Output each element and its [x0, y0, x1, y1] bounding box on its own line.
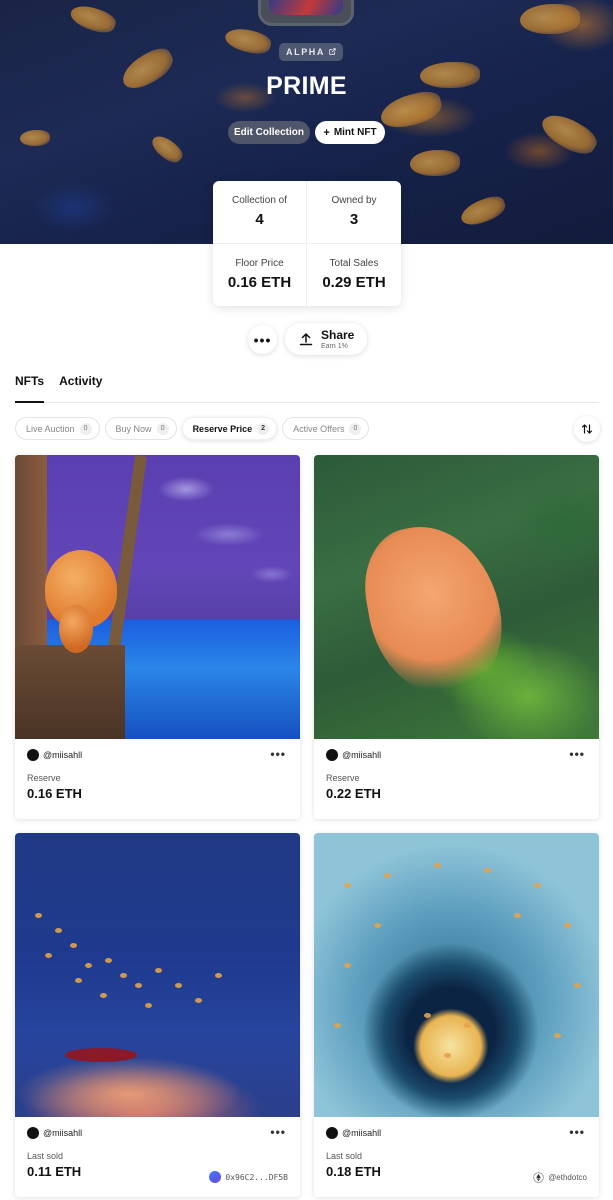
collection-symbol-badge[interactable]: ALPHA	[279, 43, 343, 61]
filter-live-auction[interactable]: Live Auction 0	[15, 417, 100, 440]
nft-more-options-icon[interactable]: •••	[270, 1125, 286, 1139]
stat-value: 0.29 ETH	[322, 274, 386, 292]
tab-nfts[interactable]: NFTs	[15, 372, 45, 403]
sort-arrows-icon	[581, 424, 593, 434]
owner-handle: @ethdotco	[548, 1173, 587, 1182]
filter-label: Active Offers	[293, 423, 345, 434]
stat-owned-by: Owned by 3	[307, 181, 401, 244]
collection-title: PRIME	[266, 72, 347, 100]
filter-count: 0	[349, 422, 362, 435]
stat-total-sales: Total Sales 0.29 ETH	[307, 244, 401, 307]
owner-address: 0x96C2...DF5B	[225, 1172, 288, 1182]
avatar	[27, 1127, 39, 1139]
plus-icon: +	[323, 126, 330, 139]
mint-nft-label: Mint NFT	[333, 127, 377, 138]
stat-value: 4	[255, 211, 264, 229]
sort-button[interactable]	[574, 416, 600, 442]
stat-label: Owned by	[331, 195, 377, 207]
filter-label: Buy Now	[115, 423, 152, 434]
nft-more-options-icon[interactable]: •••	[270, 747, 286, 761]
nft-card[interactable]: @miisahll ••• Reserve 0.22 ETH	[314, 455, 599, 819]
collection-avatar	[258, 0, 354, 26]
stat-collection-of: Collection of 4	[213, 181, 307, 244]
price-label: Reserve	[326, 773, 360, 783]
nft-artwork[interactable]	[15, 455, 300, 739]
collection-stats-card: Collection of 4 Owned by 3 Floor Price 0…	[213, 181, 401, 306]
filter-label: Reserve Price	[192, 423, 253, 434]
nft-owner[interactable]: 0x96C2...DF5B	[209, 1171, 288, 1183]
filter-count: 0	[156, 422, 169, 435]
stat-label: Total Sales	[329, 258, 379, 270]
collection-tabs: NFTs Activity	[15, 372, 599, 403]
share-button[interactable]: Share Earn 1%	[285, 323, 367, 355]
share-label: Share	[321, 327, 355, 342]
filter-label: Live Auction	[26, 423, 75, 434]
nft-artwork[interactable]	[314, 455, 599, 739]
edit-collection-label: Edit Collection	[234, 127, 304, 138]
nft-card[interactable]: @miisahll ••• Last sold 0.18 ETH @ethdot…	[314, 833, 599, 1197]
price-label: Last sold	[27, 1151, 64, 1161]
ethereum-icon	[533, 1172, 544, 1183]
owner-avatar	[209, 1171, 222, 1183]
mint-nft-button[interactable]: + Mint NFT	[315, 121, 385, 144]
filter-chips: Live Auction 0 Buy Now 0 Reserve Price 2…	[15, 417, 370, 440]
nft-creator[interactable]: @miisahll	[326, 1127, 587, 1139]
creator-handle: @miisahll	[43, 1128, 83, 1138]
nft-more-options-icon[interactable]: •••	[569, 1125, 585, 1139]
nft-artwork[interactable]	[314, 833, 599, 1117]
stat-value: 0.16 ETH	[227, 274, 292, 292]
filter-buy-now[interactable]: Buy Now 0	[104, 417, 177, 440]
stat-label: Collection of	[231, 195, 288, 207]
stat-label: Floor Price	[235, 258, 284, 270]
filter-count: 0	[79, 422, 92, 435]
nft-creator[interactable]: @miisahll	[27, 749, 288, 761]
stat-floor-price: Floor Price 0.16 ETH	[213, 243, 307, 306]
price-label: Last sold	[326, 1151, 363, 1161]
edit-collection-button[interactable]: Edit Collection	[228, 121, 310, 144]
nft-artwork[interactable]	[15, 833, 300, 1117]
stat-value: 3	[349, 211, 359, 229]
more-options-button[interactable]: •••	[248, 325, 277, 354]
price-label: Reserve	[27, 773, 61, 783]
nft-more-options-icon[interactable]: •••	[569, 747, 585, 761]
nft-creator[interactable]: @miisahll	[326, 749, 587, 761]
avatar	[326, 1127, 338, 1139]
tab-activity[interactable]: Activity	[59, 372, 102, 403]
more-horizontal-icon: •••	[253, 331, 272, 348]
collection-symbol: ALPHA	[286, 47, 325, 57]
filter-count: 2	[257, 422, 270, 435]
price-value: 0.16 ETH	[27, 786, 82, 801]
creator-handle: @miisahll	[43, 750, 83, 760]
nft-owner[interactable]: @ethdotco	[533, 1172, 587, 1183]
creator-handle: @miisahll	[342, 1128, 382, 1138]
nft-creator[interactable]: @miisahll	[27, 1127, 288, 1139]
avatar	[326, 749, 338, 761]
price-value: 0.22 ETH	[326, 786, 381, 801]
nft-card[interactable]: @miisahll ••• Reserve 0.16 ETH	[15, 455, 300, 819]
filter-reserve-price[interactable]: Reserve Price 2	[181, 417, 278, 440]
share-earn-label: Earn 1%	[321, 342, 348, 350]
creator-handle: @miisahll	[342, 750, 382, 760]
share-upload-icon	[299, 332, 313, 346]
avatar	[27, 749, 39, 761]
filter-active-offers[interactable]: Active Offers 0	[282, 417, 370, 440]
external-link-icon	[329, 47, 336, 57]
nft-card[interactable]: @miisahll ••• Last sold 0.11 ETH 0x96C2.…	[15, 833, 300, 1197]
